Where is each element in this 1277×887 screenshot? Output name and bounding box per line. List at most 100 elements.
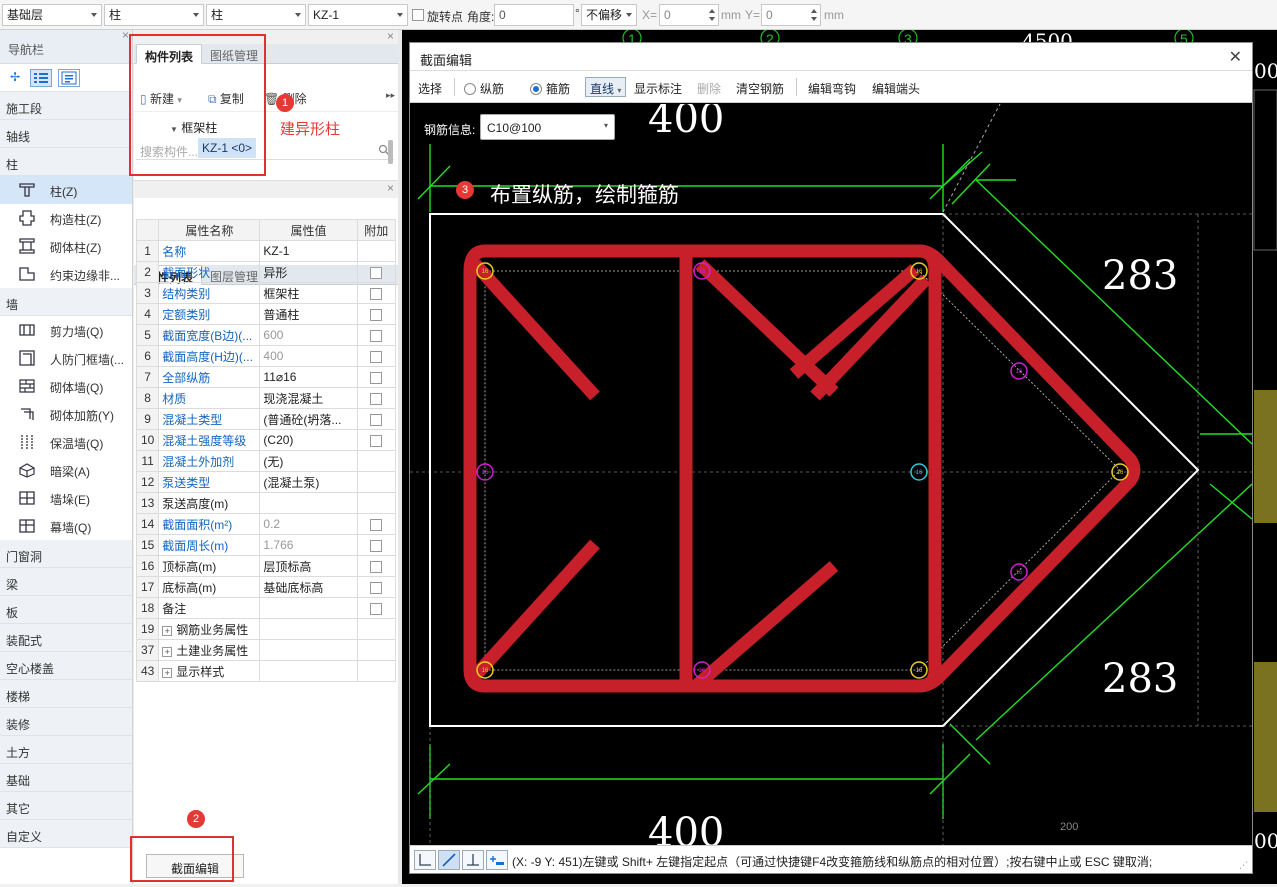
x-input[interactable]: 0 [659, 4, 719, 26]
detail-view-icon[interactable] [58, 69, 80, 87]
nav-category-stairs[interactable]: 楼梯 [0, 680, 132, 708]
property-value[interactable]: 0.2 [259, 513, 358, 535]
property-value[interactable]: (无) [259, 450, 358, 472]
floor-select[interactable]: 基础层 [2, 4, 102, 26]
table-row[interactable]: 43 + 显示样式 [135, 660, 397, 682]
line-mode-icon[interactable] [438, 850, 460, 870]
nav-category-slab[interactable]: 板 [0, 596, 132, 624]
property-value[interactable]: 框架柱 [259, 282, 358, 304]
more-icon[interactable]: ▸▸ [386, 90, 395, 101]
add-point-icon[interactable] [486, 850, 508, 870]
table-row[interactable]: 3 结构类别 框架柱 [135, 282, 397, 304]
close-icon[interactable]: ✕ [1229, 47, 1242, 67]
extra-checkbox[interactable] [370, 371, 383, 384]
nav-category-openings[interactable]: 门窗洞 [0, 540, 132, 568]
nav-category-custom[interactable]: 自定义 [0, 820, 132, 848]
extra-checkbox[interactable] [370, 539, 383, 552]
table-row[interactable]: 17 底标高(m) 基础底标高 [135, 576, 397, 598]
table-row[interactable]: 7 全部纵筋 11⌀16 [135, 366, 397, 388]
select-button[interactable]: 选择 [418, 80, 442, 97]
extra-checkbox[interactable] [370, 308, 383, 321]
extra-checkbox[interactable] [370, 266, 383, 279]
expand-icon[interactable]: + [162, 625, 173, 636]
table-row[interactable]: 10 混凝土强度等级 (C20) [135, 429, 397, 451]
nav-category-hollow-floor[interactable]: 空心楼盖 [0, 652, 132, 680]
nav-item-edge-member[interactable]: 约束边缘非... [0, 260, 132, 288]
property-value[interactable]: 400 [259, 345, 358, 367]
nav-category-axis[interactable]: 轴线 [0, 120, 132, 148]
show-dims-button[interactable]: 显示标注 [634, 80, 682, 97]
ortho-mode-icon[interactable] [414, 850, 436, 870]
offset-select[interactable]: 不偏移 [581, 4, 637, 26]
property-value[interactable] [259, 492, 358, 514]
nav-item-curtain-wall[interactable]: 幕墙(Q) [0, 512, 132, 540]
property-value[interactable]: (混凝土泵) [259, 471, 358, 493]
extra-checkbox[interactable] [370, 287, 383, 300]
nav-category-construction[interactable]: 施工段 [0, 92, 132, 120]
property-value[interactable] [259, 639, 358, 661]
property-value[interactable]: 层顶标高 [259, 555, 358, 577]
property-value[interactable]: 异形 [259, 261, 358, 283]
property-value[interactable] [259, 660, 358, 682]
nav-item-civil-defense-wall[interactable]: 人防门框墙(... [0, 344, 132, 372]
angle-input[interactable]: 0 [494, 4, 574, 26]
property-value[interactable]: 现浇混凝土 [259, 387, 358, 409]
extra-checkbox[interactable] [370, 602, 383, 615]
property-value[interactable]: 600 [259, 324, 358, 346]
nav-item-shear-wall[interactable]: 剪力墙(Q) [0, 316, 132, 344]
nav-item-masonry-wall[interactable]: 砌体墙(Q) [0, 372, 132, 400]
table-row[interactable]: 6 截面高度(H边)(... 400 [135, 345, 397, 367]
property-value[interactable]: (C20) [259, 429, 358, 451]
nav-item-constructional-column[interactable]: 构造柱(Z) [0, 204, 132, 232]
extra-checkbox[interactable] [370, 413, 383, 426]
table-row[interactable]: 37 + 土建业务属性 [135, 639, 397, 661]
spin-down-icon[interactable] [709, 17, 715, 21]
extra-checkbox[interactable] [370, 518, 383, 531]
nav-category-foundation[interactable]: 基础 [0, 764, 132, 792]
nav-category-prefab[interactable]: 装配式 [0, 624, 132, 652]
resize-grip-icon[interactable]: ⋰ [1239, 860, 1248, 871]
extra-checkbox[interactable] [370, 329, 383, 342]
expand-icon[interactable]: + [162, 667, 173, 678]
nav-category-wall[interactable]: 墙 [0, 288, 132, 316]
table-row[interactable]: 11 混凝土外加剂 (无) [135, 450, 397, 472]
close-icon[interactable]: × [122, 28, 129, 42]
list-view-icon[interactable] [30, 69, 52, 87]
property-value[interactable] [259, 597, 358, 619]
table-row[interactable]: 13 泵送高度(m) [135, 492, 397, 514]
table-row[interactable]: 9 混凝土类型 (普通砼(坍落... [135, 408, 397, 430]
property-value[interactable]: 11⌀16 [259, 366, 358, 388]
table-row[interactable]: 14 截面面积(m²) 0.2 [135, 513, 397, 535]
stirrup-radio[interactable]: 箍筋 [530, 80, 570, 97]
extra-checkbox[interactable] [370, 392, 383, 405]
category-select[interactable]: 柱 [104, 4, 204, 26]
line-mode-select[interactable]: 直线 ▾ [585, 77, 627, 97]
table-row[interactable]: 16 顶标高(m) 层顶标高 [135, 555, 397, 577]
rotate-point-checkbox[interactable] [412, 9, 424, 21]
nav-category-beam[interactable]: 梁 [0, 568, 132, 596]
nav-category-earthwork[interactable]: 土方 [0, 736, 132, 764]
extra-checkbox[interactable] [370, 350, 383, 363]
table-row[interactable]: 4 定额类别 普通柱 [135, 303, 397, 325]
rebar-info-select[interactable]: C10@100 ▾ [480, 114, 615, 140]
component-select[interactable]: KZ-1 [308, 4, 408, 26]
property-value[interactable] [259, 618, 358, 640]
extra-checkbox[interactable] [370, 434, 383, 447]
property-value[interactable]: (普通砼(坍落... [259, 408, 358, 430]
close-icon[interactable]: × [387, 181, 394, 195]
scrollbar[interactable] [388, 140, 393, 164]
clear-rebar-button[interactable]: 清空钢筋 [736, 80, 784, 97]
y-input[interactable]: 0 [761, 4, 821, 26]
property-value[interactable]: KZ-1 [259, 240, 358, 262]
nav-item-wall-pier[interactable]: 墙垛(E) [0, 484, 132, 512]
edit-end-button[interactable]: 编辑端头 [872, 80, 920, 97]
delete-button[interactable]: 删除 [697, 80, 721, 97]
table-row[interactable]: 19 + 钢筋业务属性 [135, 618, 397, 640]
spin-up-icon[interactable] [811, 9, 817, 13]
table-row[interactable]: 8 材质 现浇混凝土 [135, 387, 397, 409]
expand-icon[interactable]: + [162, 646, 173, 657]
nav-item-masonry-column[interactable]: 砌体柱(Z) [0, 232, 132, 260]
nav-category-decoration[interactable]: 装修 [0, 708, 132, 736]
nav-category-column[interactable]: 柱 [0, 148, 132, 176]
table-row[interactable]: 18 备注 [135, 597, 397, 619]
